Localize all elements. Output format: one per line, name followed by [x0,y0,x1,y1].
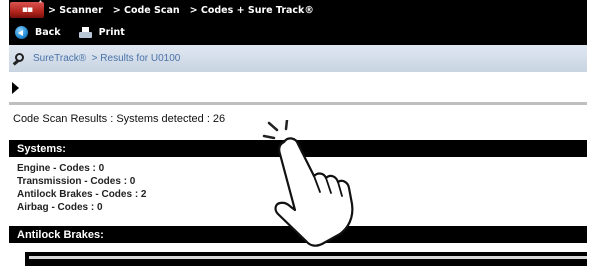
list-item[interactable]: Transmission - Codes : 0 [17,175,146,188]
divider [9,102,587,105]
suretrack-magnifier-icon [12,52,27,66]
results-title: Code Scan Results : Systems detected : 2… [13,113,226,125]
systems-list: Engine - Codes : 0 Transmission - Codes … [17,162,146,214]
printer-icon [78,26,92,39]
scanner-app-logo-icon[interactable]: ▪▪ * [10,0,44,18]
triangle-right-icon[interactable] [12,82,19,94]
back-label: Back [35,27,61,38]
print-button[interactable]: Print [61,20,125,45]
back-button[interactable]: Back [9,20,61,45]
title-breadcrumb[interactable]: > Scanner > Code Scan > Codes + Sure Tra… [48,5,314,16]
toolbar: Back Print [9,20,587,45]
list-item[interactable]: Airbag - Codes : 0 [17,201,146,214]
breadcrumb-bar: SureTrack® > Results for U0100 [9,45,587,72]
title-bar: ▪▪ * > Scanner > Code Scan > Codes + Sur… [9,0,587,20]
app-window: ▪▪ * > Scanner > Code Scan > Codes + Sur… [9,0,587,266]
antilock-brakes-header-label: Antilock Brakes: [17,228,104,241]
expand-row [9,72,587,102]
pointing-hand-tap-icon [262,120,354,247]
print-label: Print [98,27,125,38]
back-arrow-circle-icon [15,26,28,39]
systems-header-label: Systems: [17,142,66,155]
list-item[interactable]: Antilock Brakes - Codes : 2 [17,188,146,201]
breadcrumb-path[interactable]: SureTrack® > Results for U0100 [33,53,180,64]
list-item[interactable]: Engine - Codes : 0 [17,162,146,175]
